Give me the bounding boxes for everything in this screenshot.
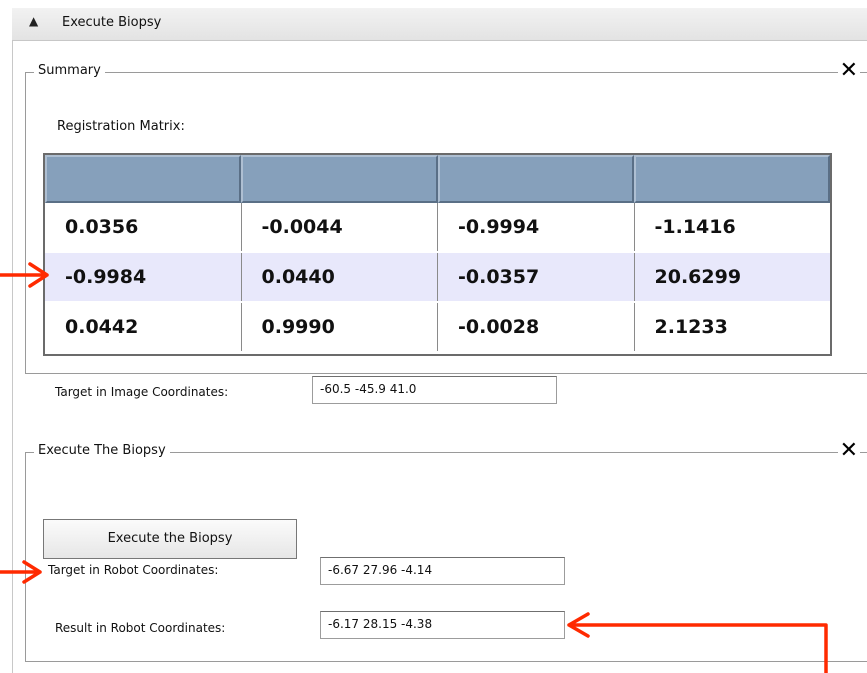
annotation-arrow-result: [567, 612, 828, 673]
annotation-arrow-row: [0, 262, 49, 288]
annotation-arrow-target: [0, 560, 42, 584]
annotation-arrows: [0, 262, 828, 673]
